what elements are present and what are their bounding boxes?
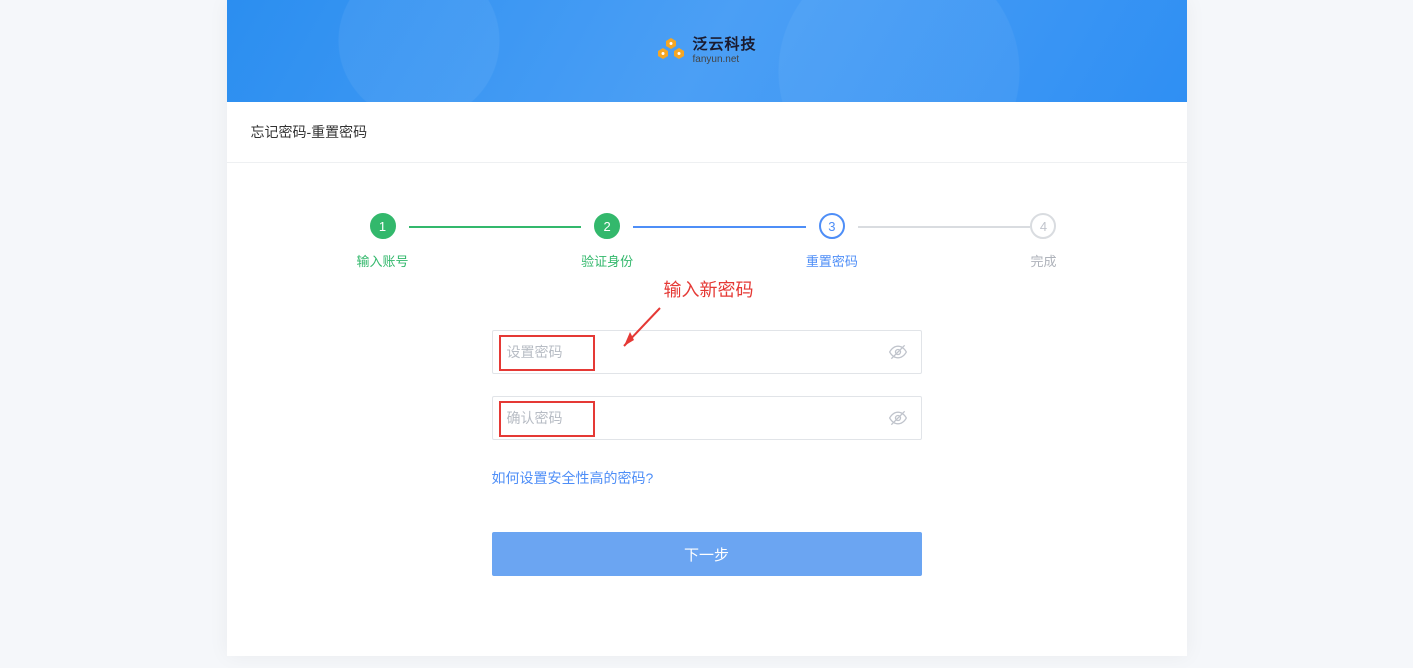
step-2-label: 验证身份	[581, 251, 633, 270]
step-1-circle: 1	[370, 213, 396, 239]
step-4-circle: 4	[1030, 213, 1056, 239]
step-line-1	[409, 226, 582, 228]
logo-icon	[656, 38, 686, 64]
step-line-2	[633, 226, 806, 228]
step-4: 4 完成	[1030, 213, 1056, 270]
step-3-circle: 3	[819, 213, 845, 239]
toggle-password-visibility-icon[interactable]	[887, 341, 909, 363]
page-title: 忘记密码-重置密码	[227, 102, 1187, 163]
confirm-password-input[interactable]	[493, 397, 921, 439]
annotation-text: 输入新密码	[664, 276, 754, 302]
step-4-label: 完成	[1030, 251, 1056, 270]
step-1-label: 输入账号	[357, 251, 409, 270]
brand-name-en: fanyun.net	[692, 54, 756, 65]
password-field-wrapper	[492, 330, 922, 374]
page-container: 泛云科技 fanyun.net 忘记密码-重置密码 1 输入账号 2 验证身份 …	[227, 0, 1187, 656]
password-input[interactable]	[493, 331, 921, 373]
step-indicator: 1 输入账号 2 验证身份 3 重置密码 4 完成	[357, 213, 1057, 270]
step-3-label: 重置密码	[806, 251, 858, 270]
logo-text: 泛云科技 fanyun.net	[692, 37, 756, 65]
step-2-circle: 2	[594, 213, 620, 239]
confirm-password-field-wrapper	[492, 396, 922, 440]
step-1: 1 输入账号	[357, 213, 409, 270]
brand-logo: 泛云科技 fanyun.net	[656, 37, 756, 65]
header-banner: 泛云科技 fanyun.net	[227, 0, 1187, 102]
content-area: 1 输入账号 2 验证身份 3 重置密码 4 完成 输入新密码	[227, 163, 1187, 656]
step-3: 3 重置密码	[806, 213, 858, 270]
next-step-button[interactable]: 下一步	[492, 532, 922, 576]
toggle-confirm-visibility-icon[interactable]	[887, 407, 909, 429]
annotation-arrow-icon	[610, 302, 666, 358]
help-link[interactable]: 如何设置安全性高的密码?	[492, 468, 654, 488]
brand-name-cn: 泛云科技	[692, 37, 756, 54]
form-area: 输入新密码	[492, 330, 922, 576]
step-line-3	[858, 226, 1031, 228]
step-2: 2 验证身份	[581, 213, 633, 270]
